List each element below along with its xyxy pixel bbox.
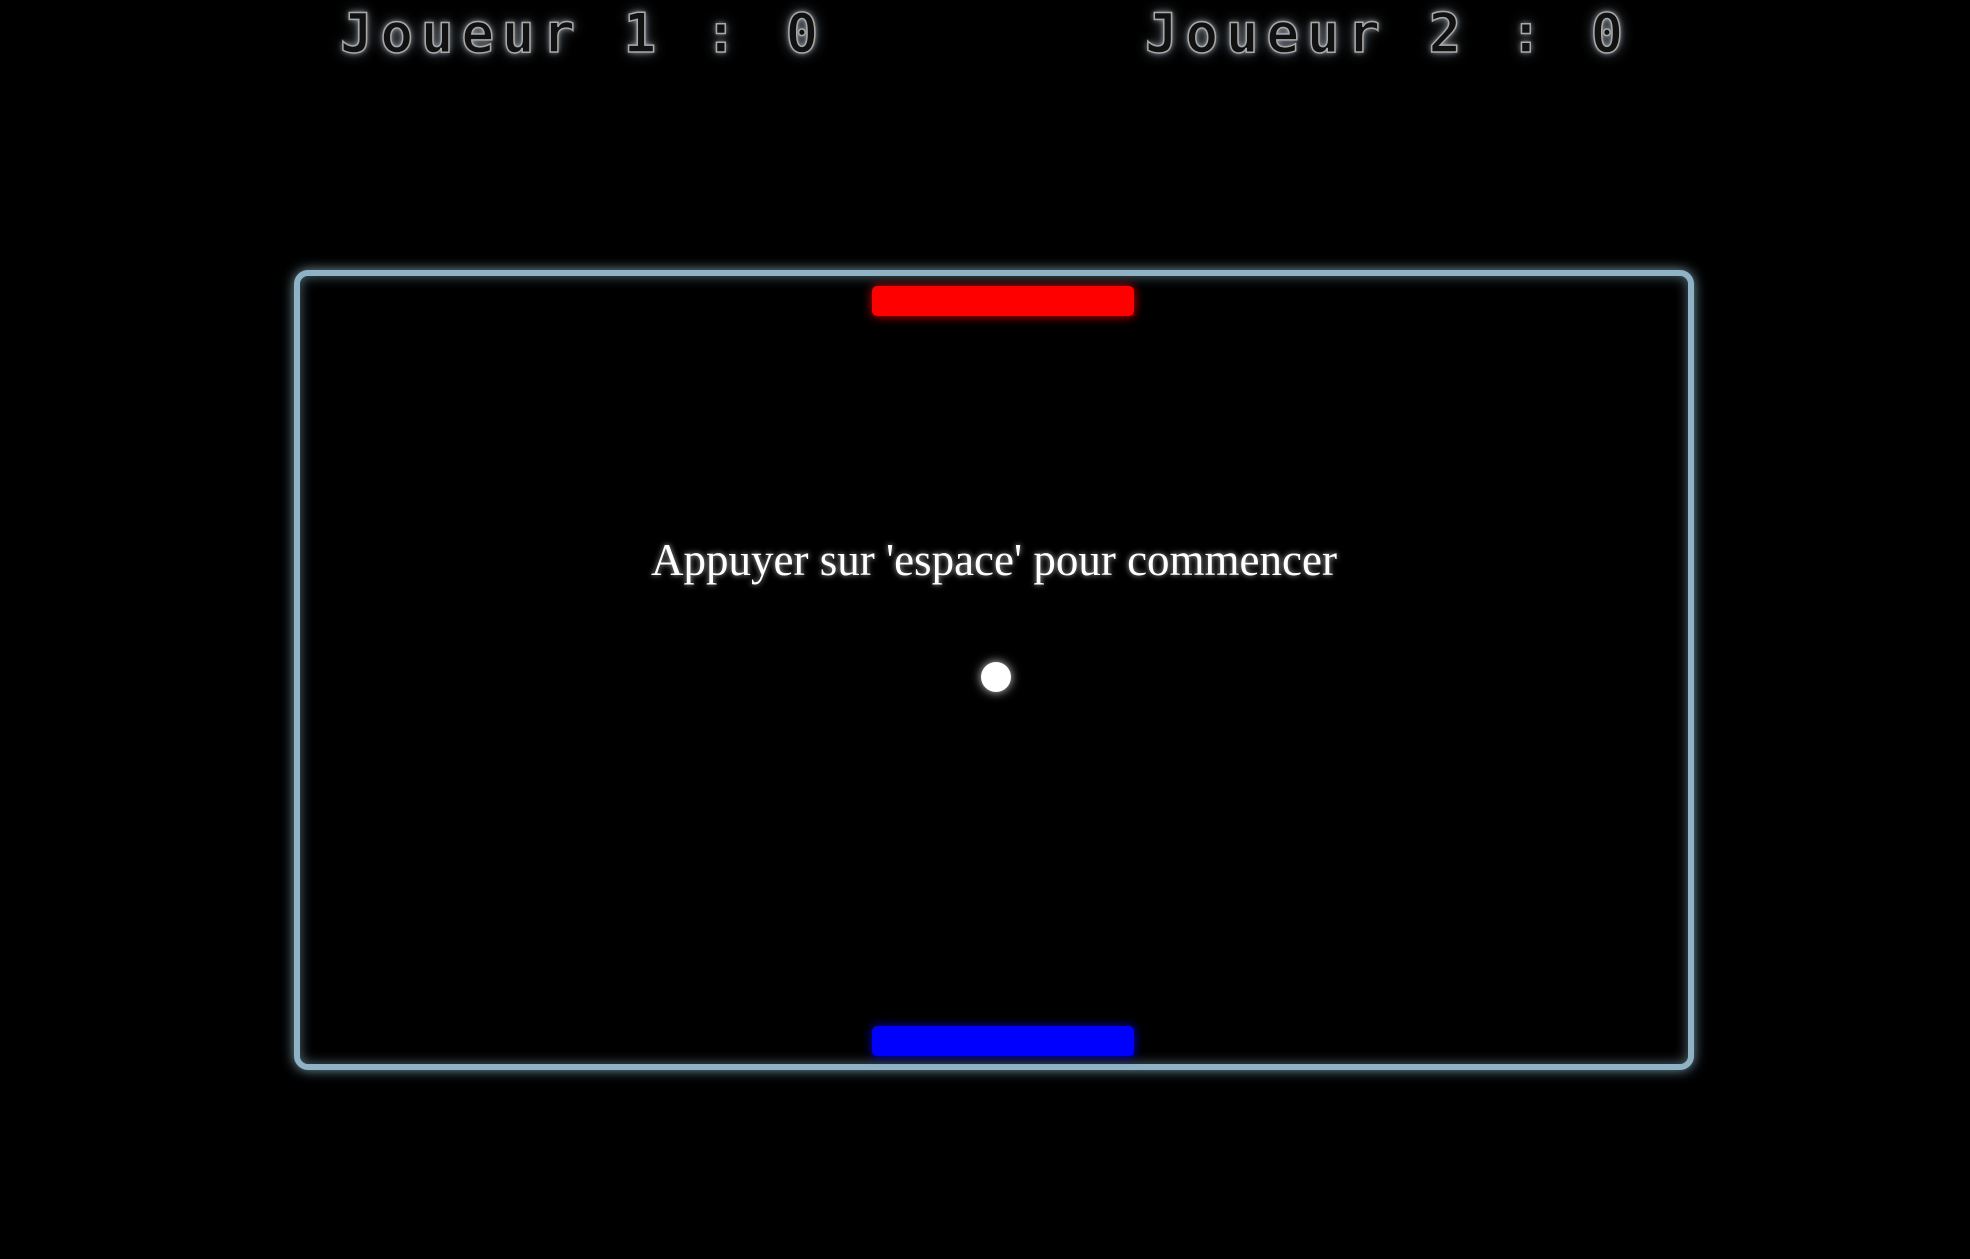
start-prompt: Appuyer sur 'espace' pour commencer — [651, 535, 1337, 585]
game-arena[interactable]: Appuyer sur 'espace' pour commencer — [294, 270, 1694, 1070]
player2-score: Joueur 2 : 0 — [1144, 2, 1632, 65]
player1-separator: : — [704, 2, 746, 65]
scoreboard: Joueur 1 : 0 Joueur 2 : 0 — [0, 0, 1970, 80]
bottom-paddle — [872, 1026, 1134, 1056]
player2-separator: : — [1509, 2, 1551, 65]
player1-label: Joueur 1 — [339, 2, 665, 65]
player1-score-value: 0 — [785, 2, 827, 65]
player1-score: Joueur 1 : 0 — [339, 2, 827, 65]
player2-score-value: 0 — [1590, 2, 1632, 65]
top-paddle — [872, 286, 1134, 316]
player2-label: Joueur 2 — [1144, 2, 1470, 65]
ball — [981, 662, 1011, 692]
